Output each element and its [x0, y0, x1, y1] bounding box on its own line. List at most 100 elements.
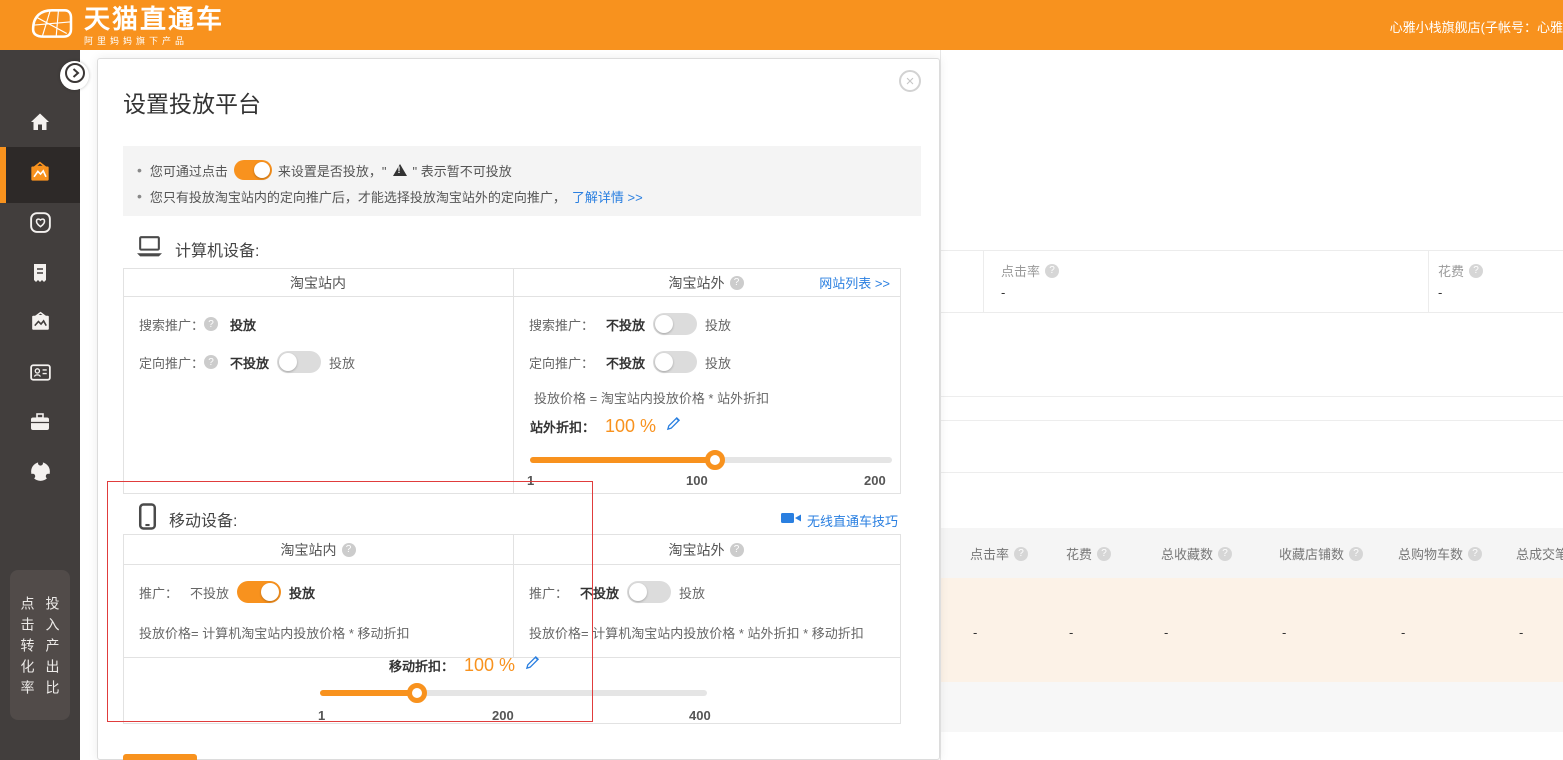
sidebar-item-creative[interactable]: [0, 300, 80, 350]
help-icon[interactable]: ?: [1014, 547, 1028, 561]
sidebar-item-promotion-active[interactable]: [0, 147, 80, 203]
cell-value: -: [973, 625, 977, 640]
example-toggle-on: [234, 160, 272, 180]
column-header: 收藏店铺数?: [1279, 544, 1363, 563]
mobile-discount: 移动折扣： 100 %: [389, 653, 540, 677]
sidebar-item-toolbox[interactable]: [0, 399, 80, 449]
metric-click-conversion: 点击转化率: [20, 596, 36, 720]
mobile-table: 淘宝站内 ? 淘宝站外 ? 推广： 不投放 投放 投放价格= 计算机淘宝站内投放…: [123, 534, 901, 724]
metric-roi: 投入产出比: [45, 596, 61, 720]
slider-fill: [530, 457, 715, 463]
stat-label: 花费 ?: [1438, 261, 1483, 280]
laptop-icon: [136, 235, 163, 263]
column-header: 点击率?: [970, 544, 1028, 563]
learn-more-link[interactable]: 了解详情 >>: [572, 187, 643, 206]
wireless-tips-link[interactable]: 无线直通车技巧: [781, 511, 898, 530]
mobile-section-header: 移动设备:: [138, 503, 237, 535]
header-taobao-in: 淘宝站内: [124, 269, 512, 296]
header-taobao-out: 淘宝站外 ?: [512, 535, 900, 564]
help-icon[interactable]: ?: [1469, 264, 1483, 278]
briefcase-icon: [28, 410, 52, 439]
site-list-link[interactable]: 网站列表 >>: [819, 273, 890, 292]
help-icon[interactable]: ?: [730, 276, 744, 290]
computer-out-search-toggle[interactable]: [653, 313, 697, 335]
computer-in-search-row: 搜索推广： ? 投放: [139, 313, 256, 335]
note-text: 您只有投放淘宝站内的定向推广后，才能选择投放淘宝站外的定向推广，: [150, 187, 566, 206]
computer-in-target-toggle[interactable]: [277, 351, 321, 373]
row-label: 定向推广：: [529, 353, 594, 372]
computer-section-header: 计算机设备:: [136, 235, 259, 263]
cell-value: -: [1069, 625, 1073, 640]
mobile-out-promo-toggle[interactable]: [627, 581, 671, 603]
info-box: • 您可通过点击 来设置是否投放，" ! " 表示暂不可投放 • 您只有投放淘宝…: [123, 146, 921, 216]
account-name[interactable]: 心雅小栈旗舰店(子帐号：心雅小栈: [1390, 17, 1563, 36]
computer-out-target-toggle[interactable]: [653, 351, 697, 373]
bullet: •: [137, 162, 142, 178]
promotion-picture-icon: [27, 160, 53, 191]
divider: [983, 251, 984, 312]
slider-handle[interactable]: [705, 450, 725, 470]
discount-label: 站外折扣：: [530, 417, 595, 436]
table-footer-band: [941, 682, 1563, 732]
help-icon[interactable]: ?: [1218, 547, 1232, 561]
cell-value: -: [1164, 625, 1168, 640]
slider-max-label: 400: [689, 708, 711, 723]
mobile-out-promo-row: 推广： 不投放 投放: [529, 581, 705, 603]
mobile-in-promo-toggle[interactable]: [237, 581, 281, 603]
sidebar-item-report[interactable]: [0, 250, 80, 300]
sidebar-item-favorites[interactable]: [0, 200, 80, 250]
column-header: 总购物车数?: [1398, 544, 1482, 563]
header-taobao-in: 淘宝站内 ?: [124, 535, 512, 564]
state-value: 不投放: [230, 353, 269, 372]
heart-badge-icon: [28, 210, 53, 240]
help-icon[interactable]: ?: [1468, 547, 1482, 561]
stat-label: 点击率 ?: [1001, 261, 1059, 280]
bullet: •: [137, 188, 142, 204]
out-site-discount-slider[interactable]: [530, 457, 892, 463]
toggle-on-label: 投放: [679, 583, 705, 602]
mobile-in-price-formula: 投放价格= 计算机淘宝站内投放价格 * 移动折扣: [139, 623, 410, 642]
sidebar-item-home[interactable]: [0, 99, 80, 149]
stat-cost-value: -: [1438, 285, 1442, 300]
help-icon[interactable]: ?: [204, 317, 218, 331]
mobile-section-title: 移动设备:: [169, 507, 237, 531]
modal-title: 设置投放平台: [123, 85, 261, 119]
logo-title: 天猫直通车: [84, 6, 224, 32]
computer-table: 淘宝站内 淘宝站外 ? 网站列表 >> 搜索推广： ? 投放 定向推广： ?: [123, 268, 901, 494]
row-label: 定向推广：: [139, 353, 204, 372]
computer-in-target-row: 定向推广： ? 不投放 投放: [139, 351, 355, 373]
mobile-in-promo-row: 推广： 不投放 投放: [139, 581, 315, 603]
help-icon[interactable]: ?: [1097, 547, 1111, 561]
help-icon[interactable]: ?: [1045, 264, 1059, 278]
active-indicator-bar: [0, 147, 6, 203]
save-button[interactable]: [123, 754, 197, 760]
edit-pencil-icon[interactable]: [666, 416, 681, 436]
close-icon[interactable]: ×: [899, 70, 921, 92]
column-header: 总收藏数?: [1161, 544, 1232, 563]
state-value: 不投放: [606, 353, 645, 372]
sidebar-item-network[interactable]: [0, 449, 80, 499]
help-icon[interactable]: ?: [730, 543, 744, 557]
mobile-out-price-formula: 投放价格= 计算机淘宝站内投放价格 * 站外折扣 * 移动折扣: [529, 623, 864, 642]
sidebar-expand-button[interactable]: [60, 61, 89, 90]
discount-label: 移动折扣：: [389, 656, 454, 675]
discount-value: 100 %: [605, 416, 656, 437]
mobile-discount-slider[interactable]: [320, 690, 707, 696]
stat-ctr-value: -: [1001, 285, 1005, 300]
discount-value: 100 %: [464, 655, 515, 676]
table-row[interactable]: - - - - - -: [941, 578, 1563, 682]
help-icon[interactable]: ?: [342, 543, 356, 557]
help-icon[interactable]: ?: [204, 355, 218, 369]
logo[interactable]: 天猫直通车 阿里妈妈旗下产品: [26, 4, 224, 49]
warning-icon: !: [393, 164, 407, 176]
settings-modal: × 设置投放平台 • 您可通过点击 来设置是否投放，" ! " 表示暂不可投放 …: [97, 58, 940, 760]
toggle-off-label: 不投放: [190, 583, 229, 602]
slider-min-label: 1: [318, 708, 325, 723]
train-logo-icon: [26, 4, 76, 49]
help-icon[interactable]: ?: [1349, 547, 1363, 561]
edit-pencil-icon[interactable]: [525, 655, 540, 675]
sidebar-item-contacts[interactable]: [0, 350, 80, 400]
slider-handle[interactable]: [407, 683, 427, 703]
cell-value: -: [1282, 625, 1286, 640]
metrics-panel[interactable]: 点击转化率 投入产出比: [10, 570, 70, 720]
